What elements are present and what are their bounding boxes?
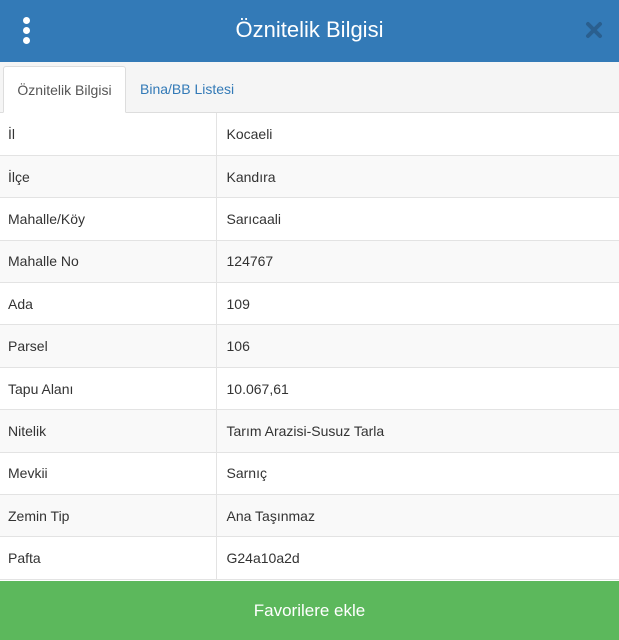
close-x-icon[interactable] (583, 19, 605, 41)
table-row: Pafta G24a10a2d (0, 536, 619, 580)
attribute-key: Mahalle No (0, 240, 216, 284)
attribute-key: İl (0, 113, 216, 156)
table-row: Mevkii Sarnıç (0, 452, 619, 496)
table-row: İl Kocaeli (0, 113, 619, 156)
attribute-value: 10.067,61 (215, 367, 619, 411)
attribute-value: Kandıra (215, 155, 619, 199)
attribute-key: Mahalle/Köy (0, 197, 216, 241)
attribute-key: Parsel (0, 324, 216, 368)
attribute-value: Sarnıç (215, 452, 619, 496)
tab-building-list[interactable]: Bina/BB Listesi (130, 66, 244, 113)
attribute-value: 106 (215, 324, 619, 368)
table-row: Nitelik Tarım Arazisi-Susuz Tarla (0, 409, 619, 453)
panel-title: Öznitelik Bilgisi (235, 17, 384, 42)
table-row: Mahalle No 124767 (0, 240, 619, 284)
tab-bar: Öznitelik Bilgisi Bina/BB Listesi (0, 62, 619, 113)
attribute-key: Tapu Alanı (0, 367, 216, 411)
attribute-table: İl Kocaeli İlçe Kandıra Mahalle/Köy Sarı… (0, 113, 619, 580)
table-row: Mahalle/Köy Sarıcaali (0, 197, 619, 241)
attribute-key: Mevkii (0, 452, 216, 496)
table-row: Tapu Alanı 10.067,61 (0, 367, 619, 411)
attribute-value: Tarım Arazisi-Susuz Tarla (215, 409, 619, 453)
attribute-value: Sarıcaali (215, 197, 619, 241)
table-row: Parsel 106 (0, 324, 619, 368)
table-row: İlçe Kandıra (0, 155, 619, 199)
attribute-info-panel: Öznitelik Bilgisi Öznitelik Bilgisi Bina… (0, 0, 619, 640)
attribute-key: Ada (0, 282, 216, 326)
attribute-value: G24a10a2d (215, 536, 619, 580)
panel-header: Öznitelik Bilgisi (0, 0, 619, 62)
attribute-key: Nitelik (0, 409, 216, 453)
table-row: Zemin Tip Ana Taşınmaz (0, 494, 619, 538)
attribute-key: İlçe (0, 155, 216, 199)
attribute-value: 124767 (215, 240, 619, 284)
attribute-value: Kocaeli (215, 113, 619, 156)
attribute-key: Pafta (0, 536, 216, 580)
attribute-value: Ana Taşınmaz (215, 494, 619, 538)
add-to-favorites-button[interactable]: Favorilere ekle (0, 581, 619, 640)
attribute-key: Zemin Tip (0, 494, 216, 538)
tab-attribute-info[interactable]: Öznitelik Bilgisi (3, 66, 126, 113)
table-row: Ada 109 (0, 282, 619, 326)
attribute-value: 109 (215, 282, 619, 326)
